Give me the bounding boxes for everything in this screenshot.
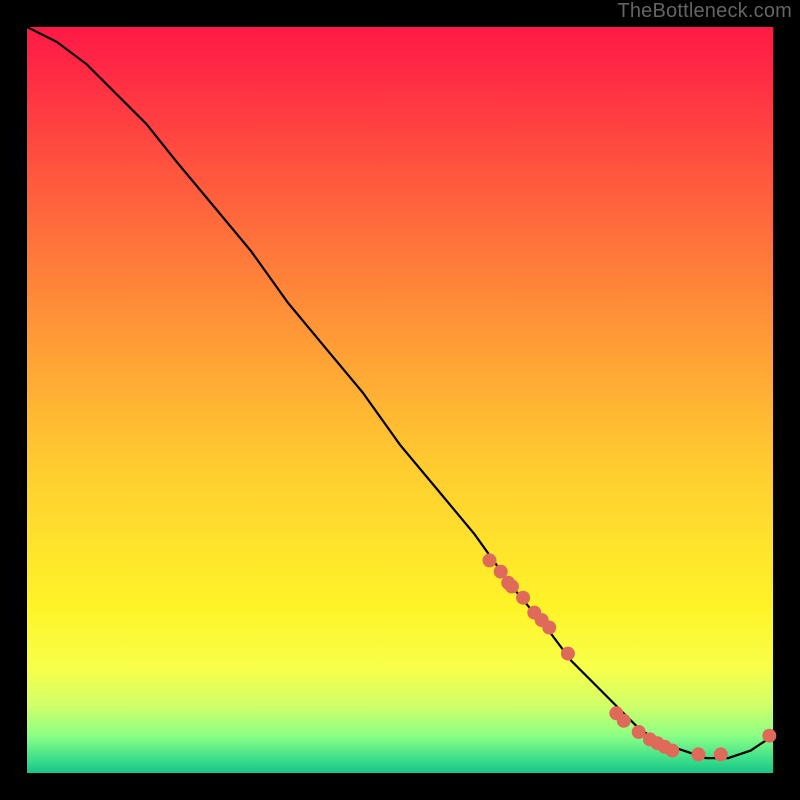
- marker-points: [483, 553, 777, 761]
- marker-point: [714, 747, 728, 761]
- marker-point: [505, 580, 519, 594]
- marker-point: [483, 553, 497, 567]
- bottleneck-curve: [27, 27, 773, 758]
- marker-point: [561, 647, 575, 661]
- marker-point: [691, 747, 705, 761]
- watermark-text: TheBottleneck.com: [617, 0, 792, 23]
- plot-area: [27, 27, 773, 773]
- marker-point: [665, 744, 679, 758]
- marker-point: [762, 729, 776, 743]
- marker-point: [617, 714, 631, 728]
- chart-canvas: TheBottleneck.com: [0, 0, 800, 800]
- marker-point: [516, 591, 530, 605]
- marker-point: [542, 621, 556, 635]
- curve-layer: [27, 27, 773, 773]
